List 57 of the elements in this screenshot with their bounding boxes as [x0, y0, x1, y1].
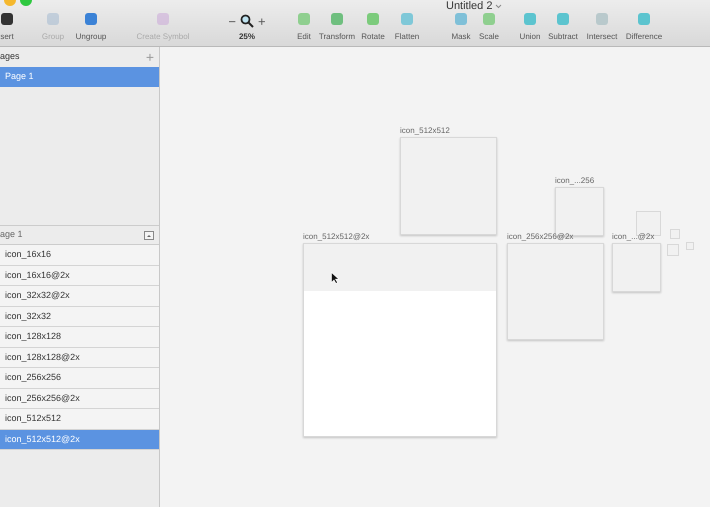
layer-item[interactable]: icon_16x16 — [0, 245, 159, 266]
tool-icon — [329, 11, 345, 27]
artboard[interactable] — [667, 244, 679, 256]
page-item[interactable]: Page 1 — [0, 67, 159, 87]
layer-item[interactable]: icon_256x256@2x — [0, 388, 159, 409]
layer-item[interactable]: icon_128x128 — [0, 327, 159, 348]
artboard-label: icon_512x512 — [400, 125, 450, 137]
toolbar-button[interactable]: Flatten — [390, 11, 424, 43]
tool-icon — [522, 11, 538, 27]
layer-item[interactable]: icon_32x32 — [0, 306, 159, 327]
zoom-out-button[interactable]: − — [228, 14, 236, 28]
toolbar-button[interactable]: Ungroup — [70, 11, 112, 43]
layer-item[interactable]: icon_32x32@2x — [0, 286, 159, 306]
tool-icon — [555, 11, 571, 27]
tool-icon — [0, 11, 15, 27]
toolbar-button[interactable]: Transform — [318, 11, 356, 43]
toolbar-button[interactable]: Union — [516, 11, 544, 43]
tool-icon — [365, 11, 381, 27]
search-icon — [240, 14, 254, 28]
chevron-down-icon — [495, 4, 502, 9]
window-title: Untitled 2 — [446, 0, 492, 14]
zoom-level: 25% — [238, 31, 255, 43]
pages-header: ages — [0, 50, 20, 64]
toolbar-button[interactable]: sert — [0, 11, 14, 43]
layer-item[interactable]: icon_512x512 — [0, 409, 159, 430]
artboard[interactable] — [507, 243, 604, 340]
artboard-label: icon_256x256@2x — [507, 231, 574, 243]
toolbar-button[interactable]: Scale — [475, 11, 503, 43]
artboard[interactable] — [400, 137, 497, 235]
tool-icon — [481, 11, 497, 27]
artboard[interactable] — [303, 243, 497, 437]
toolbar-button[interactable]: Rotate — [356, 11, 390, 43]
collapse-icon[interactable] — [144, 230, 154, 240]
layer-item[interactable]: icon_256x256 — [0, 368, 159, 388]
artboard-label: icon_...@2x — [612, 231, 654, 243]
tool-icon — [636, 11, 652, 27]
tool-icon — [155, 11, 171, 27]
tool-icon — [45, 11, 61, 27]
toolbar-button[interactable]: Mask — [447, 11, 475, 43]
toolbar-button[interactable]: Subtract — [544, 11, 582, 43]
layer-item[interactable]: icon_16x16@2x — [0, 266, 159, 286]
artboard-label: icon_512x512@2x — [303, 231, 370, 243]
layer-item[interactable]: icon_128x128@2x — [0, 348, 159, 368]
tool-icon — [296, 11, 312, 27]
layer-item[interactable]: icon_512x512@2x — [0, 430, 159, 450]
cursor-icon — [331, 272, 339, 284]
zoom-in-button[interactable]: + — [258, 14, 266, 28]
tool-icon — [399, 11, 415, 27]
artboard-label: icon_...256 — [555, 175, 594, 187]
toolbar-button[interactable]: Difference — [622, 11, 666, 43]
tool-icon — [594, 11, 610, 27]
toolbar-button[interactable]: Edit — [290, 11, 318, 43]
tool-icon — [83, 11, 99, 27]
tool-icon — [453, 11, 469, 27]
artboard[interactable] — [612, 243, 661, 292]
layers-header: age 1 — [0, 228, 23, 242]
toolbar-button[interactable]: Intersect — [582, 11, 622, 43]
